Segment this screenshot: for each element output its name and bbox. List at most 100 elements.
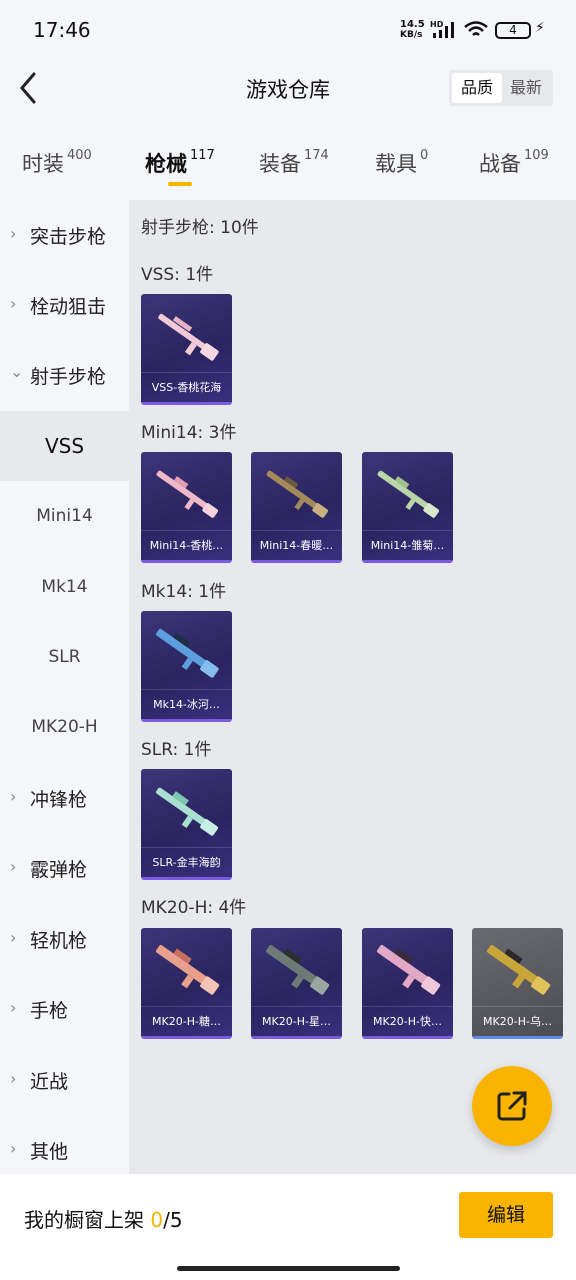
item-card[interactable]: MK20-H-乌… bbox=[472, 928, 563, 1039]
sidebar-item-pistol[interactable]: › 手枪 bbox=[0, 974, 129, 1044]
active-tab-indicator bbox=[168, 182, 192, 186]
chevron-right-icon: › bbox=[10, 294, 17, 313]
sidebar-item-assault-rifle[interactable]: › 突击步枪 bbox=[0, 200, 129, 270]
home-indicator bbox=[177, 1266, 400, 1271]
status-time: 17:46 bbox=[33, 18, 91, 42]
chevron-right-icon: › bbox=[10, 928, 17, 947]
group-label-mini14: Mini14: 3件 bbox=[141, 423, 237, 443]
item-name: Mini14-雏菊… bbox=[362, 530, 453, 560]
tab-count: 117 bbox=[190, 148, 215, 163]
back-button[interactable] bbox=[14, 70, 46, 106]
item-card[interactable]: Mini14-春暖… bbox=[251, 452, 342, 563]
item-card[interactable]: Mk14-冰河… bbox=[141, 611, 232, 722]
tab-label: 装备 bbox=[259, 152, 301, 176]
chevron-right-icon: › bbox=[10, 998, 17, 1017]
status-bar: 17:46 14.5 KB/s HD 4 ⚡ bbox=[0, 0, 576, 60]
wifi-icon bbox=[464, 21, 488, 36]
item-name: Mini14-春暖… bbox=[251, 530, 342, 560]
sidebar-subitem-mini14[interactable]: Mini14 bbox=[0, 481, 129, 551]
item-card[interactable]: SLR-金丰海韵 bbox=[141, 769, 232, 880]
item-name: VSS-香桃花海 bbox=[141, 372, 232, 402]
tab-label: 载具 bbox=[375, 152, 417, 176]
chevron-right-icon: › bbox=[10, 787, 17, 806]
item-card[interactable]: MK20-H-星… bbox=[251, 928, 342, 1039]
sort-newest-button[interactable]: 最新 bbox=[501, 73, 551, 103]
sidebar-item-label: 栓动狙击 bbox=[30, 296, 107, 318]
sidebar-item-label: 近战 bbox=[30, 1071, 69, 1093]
sidebar-item-bolt-sniper[interactable]: › 栓动狙击 bbox=[0, 270, 129, 340]
tab-fashion[interactable]: 时装 400 bbox=[22, 148, 92, 178]
sort-toggle: 品质 最新 bbox=[449, 70, 553, 106]
tab-count: 400 bbox=[67, 148, 92, 163]
share-fab-button[interactable] bbox=[472, 1066, 552, 1146]
tab-count: 109 bbox=[524, 148, 549, 163]
footer-bar: 我的橱窗上架 0/5 编辑 bbox=[0, 1174, 576, 1280]
tab-firearms[interactable]: 枪械 117 bbox=[145, 148, 215, 178]
item-name: MK20-H-乌… bbox=[472, 1006, 563, 1036]
sidebar-subitem-vss[interactable]: VSS bbox=[0, 411, 129, 481]
item-name: SLR-金丰海韵 bbox=[141, 847, 232, 877]
sidebar-item-marksman-rifle[interactable]: ⌄ 射手步枪 bbox=[0, 340, 129, 410]
sidebar-subitem-mk20h[interactable]: MK20-H bbox=[0, 692, 129, 762]
chevron-right-icon: › bbox=[10, 857, 17, 876]
group-label-vss: VSS: 1件 bbox=[141, 265, 214, 285]
item-card[interactable]: Mini14-香桃… bbox=[141, 452, 232, 563]
chevron-right-icon: › bbox=[10, 1139, 17, 1158]
rifle-icon bbox=[266, 945, 330, 995]
sidebar-item-label: 霰弹枪 bbox=[30, 859, 88, 881]
network-speed-unit: KB/s bbox=[400, 30, 423, 40]
group-label-slr: SLR: 1件 bbox=[141, 740, 212, 760]
edit-button[interactable]: 编辑 bbox=[459, 1192, 553, 1238]
item-card[interactable]: MK20-H-快… bbox=[362, 928, 453, 1039]
chevron-right-icon: › bbox=[10, 1069, 17, 1088]
sidebar-item-label: 其他 bbox=[30, 1141, 69, 1163]
sidebar-subitem-slr[interactable]: SLR bbox=[0, 622, 129, 692]
external-link-icon bbox=[497, 1091, 527, 1121]
network-speed: 14.5 KB/s bbox=[400, 19, 425, 41]
group-label-mk14: Mk14: 1件 bbox=[141, 582, 227, 602]
sidebar-item-melee[interactable]: › 近战 bbox=[0, 1045, 129, 1115]
tab-equipment[interactable]: 装备 174 bbox=[259, 148, 329, 178]
item-card[interactable]: MK20-H-糖… bbox=[141, 928, 232, 1039]
network-speed-value: 14.5 bbox=[400, 19, 425, 30]
item-name: MK20-H-星… bbox=[251, 1006, 342, 1036]
rifle-icon bbox=[156, 787, 218, 836]
tab-count: 0 bbox=[420, 148, 429, 163]
item-name: MK20-H-糖… bbox=[141, 1006, 232, 1036]
header: 游戏仓库 品质 最新 bbox=[0, 60, 576, 118]
showcase-label: 我的橱窗上架 bbox=[24, 1208, 151, 1232]
item-name: Mini14-香桃… bbox=[141, 530, 232, 560]
category-tabs: 时装 400 枪械 117 装备 174 载具 0 战备 109 bbox=[0, 138, 576, 198]
sidebar-item-lmg[interactable]: › 轻机枪 bbox=[0, 904, 129, 974]
tab-label: 时装 bbox=[22, 152, 64, 176]
rifle-icon bbox=[158, 313, 219, 361]
tab-label: 枪械 bbox=[145, 152, 187, 176]
battery-icon: 4 bbox=[495, 22, 531, 39]
item-name: Mk14-冰河… bbox=[141, 689, 232, 719]
item-list: 射手步枪: 10件 VSS: 1件 VSS-香桃花海 Mini14: 3件 Mi… bbox=[129, 200, 576, 1174]
tab-label: 战备 bbox=[479, 152, 521, 176]
item-name: MK20-H-快… bbox=[362, 1006, 453, 1036]
item-card[interactable]: Mini14-雏菊… bbox=[362, 452, 453, 563]
tab-count: 174 bbox=[304, 148, 329, 163]
showcase-current: 0 bbox=[150, 1208, 164, 1232]
sidebar-item-label: 轻机枪 bbox=[30, 930, 88, 952]
group-label-mk20h: MK20-H: 4件 bbox=[141, 898, 247, 918]
sidebar-item-smg[interactable]: › 冲锋枪 bbox=[0, 763, 129, 833]
rifle-icon bbox=[377, 945, 441, 995]
item-card[interactable]: VSS-香桃花海 bbox=[141, 294, 232, 405]
rifle-icon bbox=[266, 470, 328, 518]
charging-icon: ⚡ bbox=[535, 20, 545, 36]
tab-supplies[interactable]: 战备 109 bbox=[479, 148, 549, 178]
chevron-down-icon: ⌄ bbox=[10, 362, 24, 381]
rifle-icon bbox=[487, 945, 551, 995]
sidebar-subitem-mk14[interactable]: Mk14 bbox=[0, 552, 129, 622]
showcase-count: 我的橱窗上架 0/5 bbox=[24, 1204, 183, 1233]
tab-vehicles[interactable]: 载具 0 bbox=[375, 148, 428, 178]
rifle-icon bbox=[156, 945, 220, 995]
sidebar: › 突击步枪 › 栓动狙击 ⌄ 射手步枪 VSS Mini14 Mk14 SLR… bbox=[0, 200, 129, 1174]
sort-quality-button[interactable]: 品质 bbox=[452, 73, 502, 103]
back-arrow-icon bbox=[20, 72, 36, 104]
sidebar-item-shotgun[interactable]: › 霰弹枪 bbox=[0, 833, 129, 903]
chevron-right-icon: › bbox=[10, 224, 17, 243]
